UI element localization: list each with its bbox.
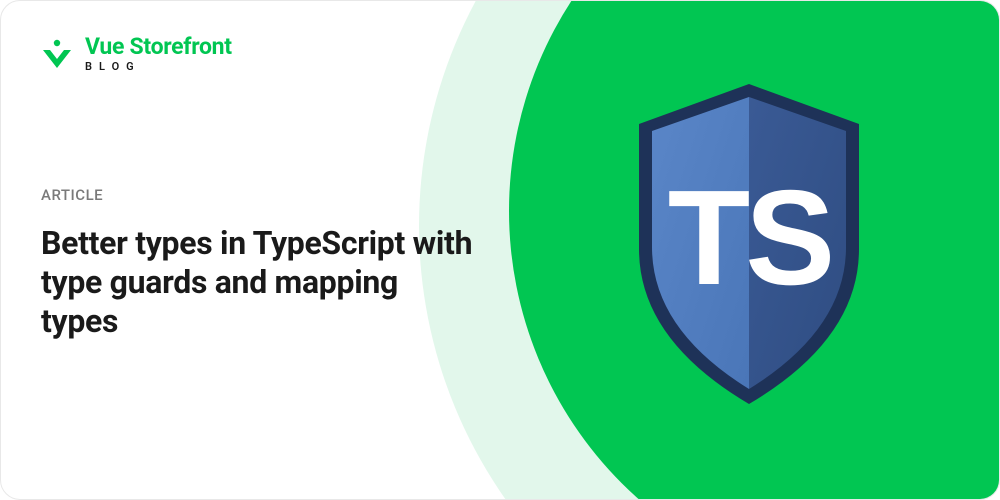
shield-text: TS xyxy=(668,162,831,313)
article-title: Better types in TypeScript with type gua… xyxy=(41,224,481,341)
brand-subtitle: BLOG xyxy=(85,61,232,72)
article-content: ARTICLE Better types in TypeScript with … xyxy=(41,186,481,341)
brand-text: Vue Storefront BLOG xyxy=(85,35,232,72)
vue-storefront-logo-icon xyxy=(41,38,73,70)
brand-header: Vue Storefront BLOG xyxy=(41,35,232,72)
category-label: ARTICLE xyxy=(41,186,481,204)
brand-name: Vue Storefront xyxy=(85,35,232,58)
typescript-shield-icon: TS xyxy=(604,79,894,409)
blog-card: Vue Storefront BLOG ARTICLE Better types… xyxy=(0,0,1000,500)
